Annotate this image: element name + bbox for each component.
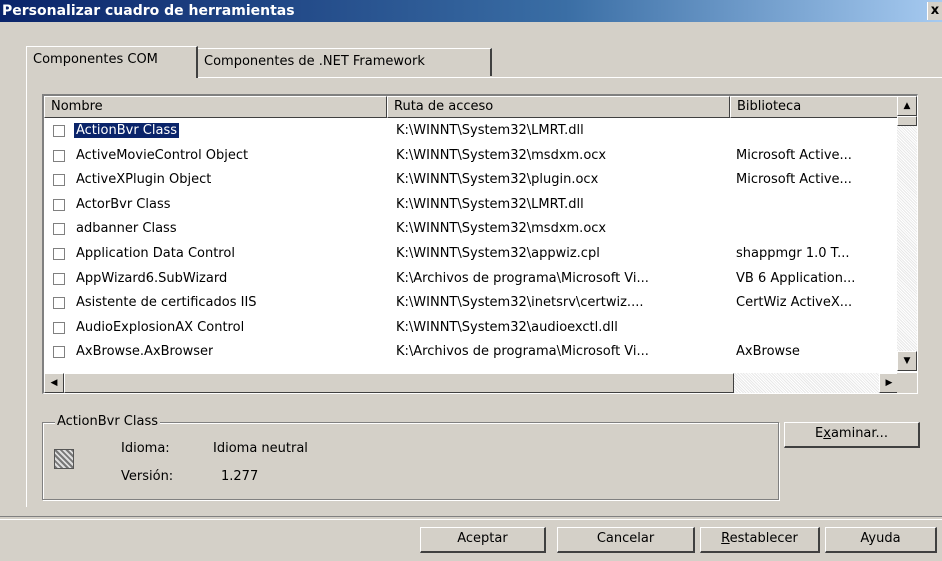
row-checkbox[interactable] xyxy=(53,174,65,187)
row-path: K:\WINNT\System32\plugin.ocx xyxy=(396,172,599,188)
row-name: adbanner Class xyxy=(76,221,177,237)
browse-button[interactable]: Examinar... xyxy=(784,422,920,448)
vertical-scroll-thumb[interactable] xyxy=(897,116,917,126)
row-name: ActiveXPlugin Object xyxy=(76,172,212,188)
column-header-biblioteca[interactable]: Biblioteca xyxy=(730,96,899,118)
list-item[interactable]: ActionBvr Class K:\WINNT\System32\LMRT.d… xyxy=(44,120,899,145)
vertical-scrollbar[interactable]: ▲ ▼ xyxy=(897,96,917,371)
horizontal-scrollbar[interactable]: ◀ ▶ xyxy=(44,373,899,393)
row-path: K:\WINNT\System32\LMRT.dll xyxy=(396,196,584,212)
row-path: K:\WINNT\System32\msdxm.ocx xyxy=(396,221,607,237)
row-path: K:\WINNT\System32\audioexctl.dll xyxy=(396,319,618,335)
row-checkbox[interactable] xyxy=(53,247,65,260)
version-value: 1.277 xyxy=(221,469,259,484)
window-title: Personalizar cuadro de herramientas xyxy=(2,3,295,19)
column-header-ruta[interactable]: Ruta de acceso xyxy=(387,96,730,118)
row-checkbox[interactable] xyxy=(53,198,65,211)
list-item[interactable]: ActiveMovieControl Object K:\WINNT\Syste… xyxy=(44,145,899,170)
row-checkbox[interactable] xyxy=(53,346,65,359)
row-name: Application Data Control xyxy=(76,245,235,261)
row-name: AudioExplosionAX Control xyxy=(76,319,245,335)
triangle-left-icon[interactable]: ◀ xyxy=(44,373,64,393)
row-checkbox[interactable] xyxy=(53,297,65,310)
list-rows: ActionBvr Class K:\WINNT\System32\LMRT.d… xyxy=(44,120,899,366)
row-library: shappmgr 1.0 T... xyxy=(736,245,850,261)
row-checkbox[interactable] xyxy=(53,223,65,236)
row-checkbox[interactable] xyxy=(53,125,65,137)
row-path: K:\Archivos de programa\Microsoft Vi... xyxy=(396,344,649,360)
tab-componentes-net[interactable]: Componentes de .NET Framework xyxy=(198,48,492,76)
accept-button[interactable]: Aceptar xyxy=(420,527,546,553)
version-label: Versión: xyxy=(121,469,174,484)
row-library: VB 6 Application... xyxy=(736,270,856,286)
row-path: K:\WINNT\System32\inetsrv\certwiz.... xyxy=(396,295,644,311)
reset-button[interactable]: Restablecer xyxy=(700,527,820,553)
triangle-down-icon[interactable]: ▼ xyxy=(897,351,917,371)
triangle-up-icon[interactable]: ▲ xyxy=(897,96,917,116)
title-bar: Personalizar cuadro de herramientas x xyxy=(0,0,942,22)
list-item[interactable]: AxBrowse.AxBrowser K:\Archivos de progra… xyxy=(44,341,899,366)
row-library: AxBrowse xyxy=(736,344,800,360)
row-name: AxBrowse.AxBrowser xyxy=(76,344,214,360)
scroll-corner xyxy=(897,373,917,393)
list-item[interactable]: AudioExplosionAX Control K:\WINNT\System… xyxy=(44,317,899,342)
close-icon[interactable]: x xyxy=(927,2,942,20)
row-name: ActiveMovieControl Object xyxy=(76,147,249,163)
footer-separator xyxy=(0,516,942,520)
triangle-right-icon[interactable]: ▶ xyxy=(879,373,899,393)
cancel-button[interactable]: Cancelar xyxy=(557,527,695,553)
horizontal-scroll-thumb[interactable] xyxy=(64,373,734,393)
row-path: K:\Archivos de programa\Microsoft Vi... xyxy=(396,270,649,286)
row-checkbox[interactable] xyxy=(53,149,65,162)
row-library: CertWiz ActiveX... xyxy=(736,295,853,311)
row-library: Microsoft Active... xyxy=(736,147,852,163)
tab-componentes-com[interactable]: Componentes COM xyxy=(26,46,198,78)
list-item[interactable]: Asistente de certificados IIS K:\WINNT\S… xyxy=(44,292,899,317)
details-group: ActionBvr Class Idioma: Idioma neutral V… xyxy=(42,414,779,500)
language-label: Idioma: xyxy=(121,441,170,456)
row-library: Microsoft Active... xyxy=(736,172,852,188)
list-item[interactable]: ActorBvr Class K:\WINNT\System32\LMRT.dl… xyxy=(44,194,899,219)
row-path: K:\WINNT\System32\appwiz.cpl xyxy=(396,245,600,261)
row-path: K:\WINNT\System32\LMRT.dll xyxy=(396,123,584,138)
list-item[interactable]: Application Data Control K:\WINNT\System… xyxy=(44,243,899,268)
row-name: AppWizard6.SubWizard xyxy=(76,270,228,286)
row-name: ActorBvr Class xyxy=(76,196,171,212)
language-value: Idioma neutral xyxy=(213,441,308,456)
help-button[interactable]: Ayuda xyxy=(825,527,937,553)
list-item[interactable]: adbanner Class K:\WINNT\System32\msdxm.o… xyxy=(44,218,899,243)
row-checkbox[interactable] xyxy=(53,272,65,285)
list-item[interactable]: ActiveXPlugin Object K:\WINNT\System32\p… xyxy=(44,169,899,194)
row-path: K:\WINNT\System32\msdxm.ocx xyxy=(396,147,607,163)
component-icon xyxy=(54,449,74,469)
details-group-title: ActionBvr Class xyxy=(55,414,161,429)
row-name: Asistente de certificados IIS xyxy=(76,295,257,311)
row-checkbox[interactable] xyxy=(53,321,65,334)
column-header-nombre[interactable]: Nombre xyxy=(44,96,387,118)
list-item[interactable]: AppWizard6.SubWizard K:\Archivos de prog… xyxy=(44,268,899,293)
component-list[interactable]: Nombre Ruta de acceso Biblioteca ActionB… xyxy=(42,94,918,394)
row-name: ActionBvr Class xyxy=(74,123,180,138)
